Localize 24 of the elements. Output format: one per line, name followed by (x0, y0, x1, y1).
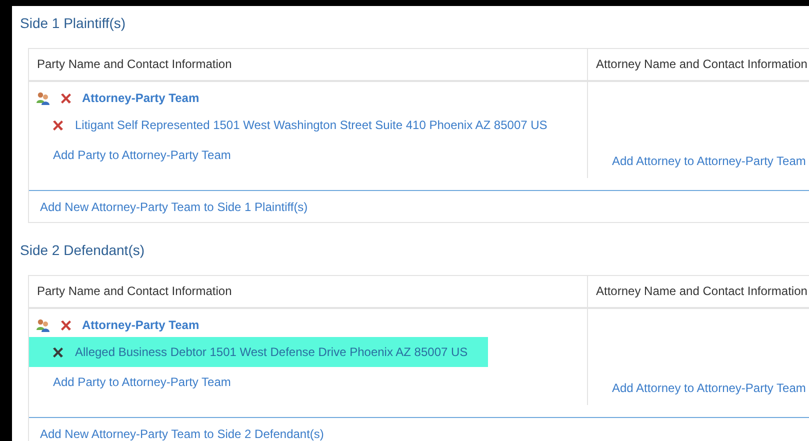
column-header: Party Name and Contact Information (29, 49, 588, 80)
column-header: Attorney Name and Contact Information (595, 56, 808, 73)
delete-icon[interactable] (60, 320, 72, 330)
add-party-link[interactable]: Add Party to Attorney-Party Team (53, 375, 231, 389)
delete-icon[interactable] (52, 346, 64, 358)
section-title: Side 2 Defendant(s) (20, 241, 146, 259)
party-link[interactable]: Litigant Self Represented 1501 West Washington Street Suite 410 Phoenix AZ 85007 US (75, 118, 548, 132)
add-party-link[interactable]: Add Party to Attorney-Party Team (53, 148, 231, 162)
party-row[interactable]: Litigant Self Represented 1501 West Washington Street Suite 410 Phoenix AZ 85007 US (29, 110, 556, 140)
add-attorney-link[interactable]: Add Attorney to Attorney-Party Team (612, 381, 806, 395)
people-icon (36, 318, 50, 332)
add-team-link[interactable]: Add New Attorney-Party Team to Side 2 Defendant(s) (40, 426, 324, 440)
team-link[interactable]: Attorney-Party Team (82, 318, 200, 332)
add-attorney-link[interactable]: Add Attorney to Attorney-Party Team (612, 154, 806, 168)
add-team-link[interactable]: Add New Attorney-Party Team to Side 1 Plaintiff(s) (40, 200, 308, 214)
party-row[interactable]: Alleged Business Debtor 1501 West Defense Drive Phoenix AZ 85007 US (29, 337, 488, 367)
column-header: Party Name and Contact Information (29, 276, 588, 307)
column-header: Attorney Name and Contact Information (595, 283, 808, 300)
party-link[interactable]: Alleged Business Debtor 1501 West Defense Drive Phoenix AZ 85007 US (75, 345, 468, 359)
delete-icon[interactable] (60, 92, 72, 104)
team-link[interactable]: Attorney-Party Team (82, 91, 200, 105)
section-title: Side 1 Plaintiff(s) (20, 14, 127, 32)
people-icon (36, 91, 50, 105)
delete-icon[interactable] (52, 120, 64, 130)
